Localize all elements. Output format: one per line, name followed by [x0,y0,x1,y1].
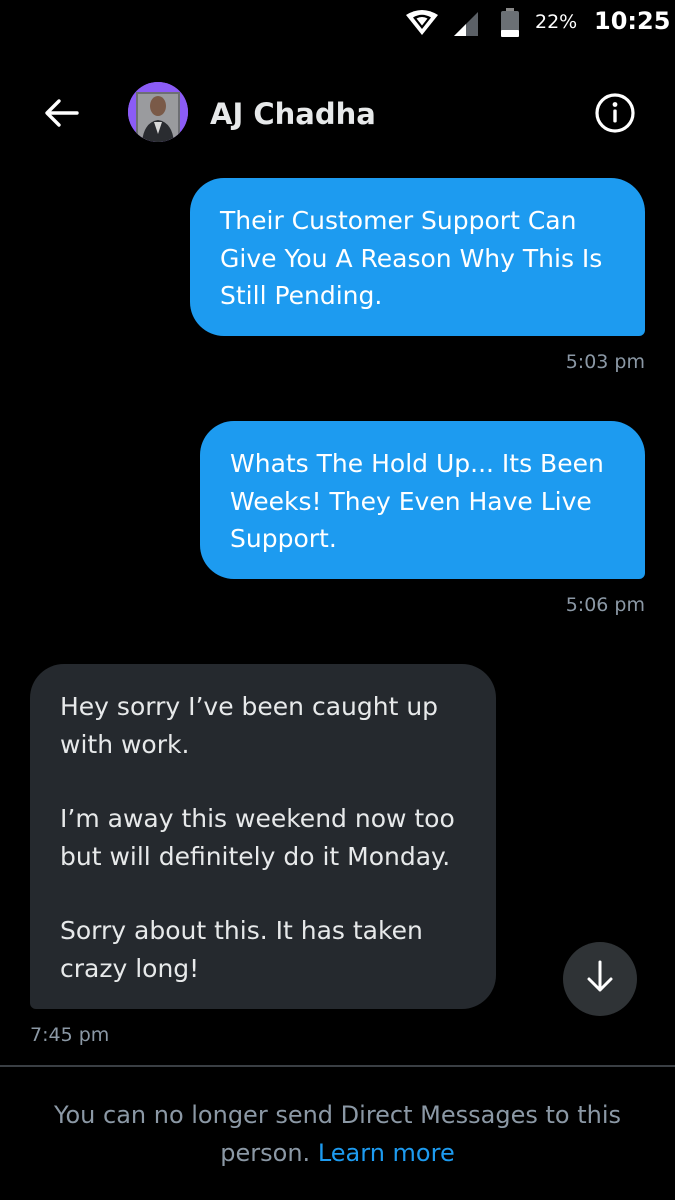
dm-disabled-notice: You can no longer send Direct Messages t… [40,1096,635,1172]
message-text: Hey sorry I’ve been caught up with work. [60,692,439,759]
status-time: 10:25 [594,7,671,35]
learn-more-link[interactable]: Learn more [318,1139,455,1167]
message-text: Sorry about this. It has taken crazy lon… [60,916,423,983]
contact-name[interactable]: AJ Chadha [210,97,376,131]
conversation-info-button[interactable] [594,92,636,134]
conversation-header: AJ Chadha [0,70,675,158]
arrow-down-icon [585,960,615,998]
message-bubble-outgoing[interactable]: Whats The Hold Up... Its Been Weeks! The… [200,421,645,579]
message-bubble-incoming[interactable]: Hey sorry I’ve been caught up with work.… [30,664,496,1009]
wifi-icon [404,9,440,41]
message-timestamp: 5:03 pm [565,351,645,373]
avatar[interactable] [128,82,188,142]
back-button[interactable] [38,92,84,138]
scroll-to-bottom-button[interactable] [563,942,637,1016]
message-bubble-outgoing[interactable]: Their Customer Support Can Give You A Re… [190,178,645,336]
message-timestamp: 5:06 pm [565,594,645,616]
message-text: I’m away this weekend now too but will d… [60,804,455,871]
message-timestamp: 7:45 pm [30,1024,110,1046]
status-bar: 22% 10:25 [0,0,675,48]
battery-percent: 22% [535,11,578,33]
info-circle-icon [594,93,636,138]
divider [0,1065,675,1067]
cell-signal-icon [452,9,480,41]
message-text: Whats The Hold Up... Its Been Weeks! The… [230,449,604,553]
arrow-left-icon [43,98,79,132]
battery-icon [500,8,520,42]
message-text: Their Customer Support Can Give You A Re… [220,206,603,310]
